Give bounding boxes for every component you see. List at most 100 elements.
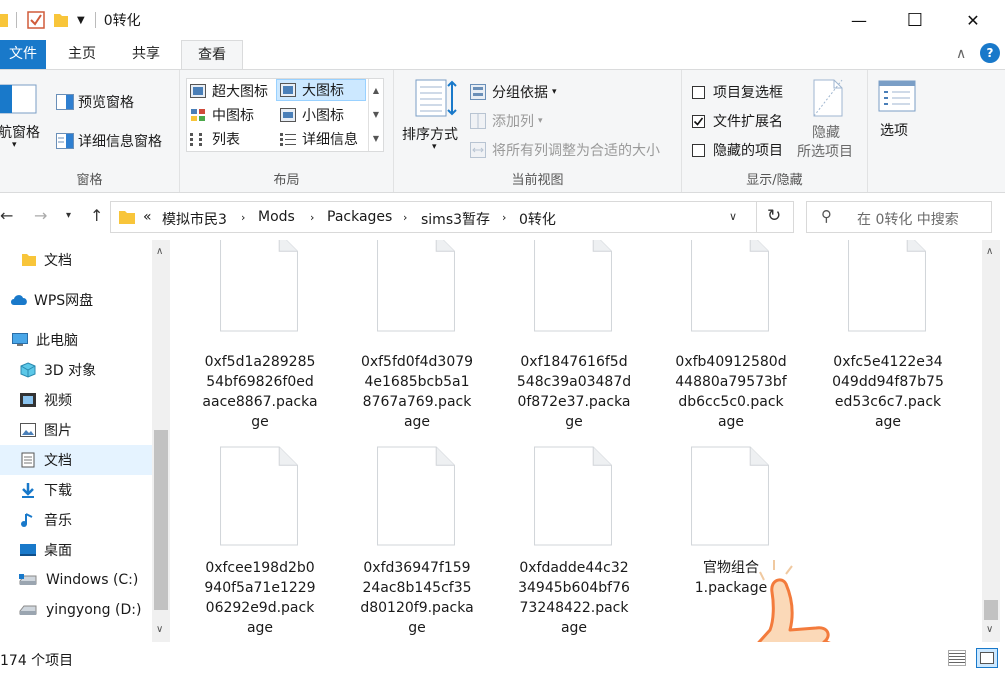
large-icons-view-icon[interactable] <box>976 648 998 668</box>
file-name-line: 24ac8b145cf35 <box>362 580 472 596</box>
search-box[interactable]: ⚲ 在 0转化 中搜索 <box>806 201 992 233</box>
refresh-icon[interactable]: ↻ <box>767 206 781 226</box>
nav-scroll-thumb[interactable] <box>154 430 168 610</box>
nav-item-pictures[interactable]: 图片 <box>0 415 152 445</box>
tab-view[interactable]: 查看 <box>181 40 243 70</box>
layout-small-icons[interactable]: 小图标 <box>280 105 344 125</box>
breadcrumb-item-current[interactable]: 0转化 <box>519 209 556 229</box>
file-item[interactable]: 0xfb40912580d 44880a79573bf db6cc5c0.pack a… <box>673 240 823 440</box>
file-item[interactable]: 0xfd36947f159 24ac8b145cf35 d80120f9.packa… <box>359 446 509 642</box>
download-icon <box>22 483 34 498</box>
nav-item-documents-quick[interactable]: 文档 <box>0 245 152 275</box>
help-icon[interactable]: ? <box>980 43 1000 63</box>
file-item[interactable]: 0xfdadde44c32 34945b604bf76 73248422.pack a… <box>516 446 666 642</box>
gallery-up-icon[interactable]: ▲ <box>369 79 383 103</box>
layout-medium-icons[interactable]: 中图标 <box>190 105 254 125</box>
breadcrumb-item[interactable]: Packages <box>327 209 392 225</box>
ribbon-collapse-icon[interactable]: ∧ <box>956 46 966 62</box>
item-count: 174 个项目 <box>0 653 74 669</box>
scroll-up-icon[interactable]: ∧ <box>986 246 993 257</box>
nav-item-this-pc[interactable]: 此电脑 <box>0 325 152 355</box>
window-title: 0转化 <box>103 13 141 29</box>
file-extensions-toggle[interactable]: 文件扩展名 <box>692 111 783 131</box>
layout-details[interactable]: 详细信息 <box>280 129 358 149</box>
new-folder-icon[interactable] <box>53 11 69 29</box>
details-icon <box>280 133 296 146</box>
search-input[interactable]: 在 0转化 中搜索 <box>857 209 959 229</box>
layout-list[interactable]: 列表 <box>190 129 240 149</box>
extra-large-icons-icon <box>190 84 206 98</box>
small-icons-icon <box>280 108 296 122</box>
sort-by-button[interactable]: 排序方式 ▾ <box>400 78 470 158</box>
scroll-down-icon[interactable]: ∨ <box>156 624 163 635</box>
details-pane-icon <box>56 133 74 149</box>
scroll-up-icon[interactable]: ∧ <box>156 246 163 257</box>
item-checkboxes-toggle[interactable]: 项目复选框 <box>692 82 783 102</box>
recent-locations-icon[interactable]: ▾ <box>66 210 71 221</box>
address-bar[interactable]: « 模拟市民3 › Mods › Packages › sims3暂存 › 0转… <box>110 201 794 233</box>
nav-item-desktop[interactable]: 桌面 <box>0 535 152 565</box>
file-item[interactable]: 0xf5fd0f4d3079 4e1685bcb5a1 8767a769.pack a… <box>359 240 509 440</box>
minimize-button[interactable]: — <box>836 0 882 40</box>
forward-icon[interactable]: → <box>34 206 47 225</box>
layout-gallery-scroll[interactable]: ▲ ▼ ▼ <box>368 79 383 151</box>
preview-pane-button[interactable]: 预览窗格 <box>56 92 134 112</box>
gallery-down-icon[interactable]: ▼ <box>369 103 383 127</box>
nav-pane-button[interactable]: 导航窗格 ▾ <box>0 80 50 160</box>
file-icon <box>534 446 612 546</box>
nav-item-downloads[interactable]: 下载 <box>0 475 152 505</box>
file-item[interactable]: 0xfcee198d2b0 940f5a71e1229 06292e9d.pack a… <box>202 446 352 642</box>
file-icon <box>691 240 769 332</box>
tab-home[interactable]: 主页 <box>54 40 110 70</box>
gallery-more-icon[interactable]: ▼ <box>369 127 383 151</box>
details-view-icon[interactable] <box>948 650 966 666</box>
hide-selected-icon <box>813 79 843 117</box>
hidden-items-toggle[interactable]: 隐藏的项目 <box>692 140 783 160</box>
details-pane-button[interactable]: 详细信息窗格 <box>56 131 162 151</box>
hidden-items-checkbox[interactable] <box>692 143 705 157</box>
nav-item-3d-objects[interactable]: 3D 对象 <box>0 355 152 385</box>
cube-icon <box>20 362 36 378</box>
nav-item-wps-cloud[interactable]: WPS网盘 <box>0 285 152 315</box>
breadcrumb-item[interactable]: sims3暂存 <box>421 209 490 229</box>
group-by-button[interactable]: 分组依据 ▾ <box>470 82 557 102</box>
file-scroll-thumb[interactable] <box>984 600 998 620</box>
nav-item-documents[interactable]: 文档 <box>0 445 152 475</box>
up-icon[interactable]: ↑ <box>90 206 103 225</box>
medium-icons-icon <box>191 109 205 121</box>
layout-extra-large-icons[interactable]: 超大图标 <box>190 81 268 101</box>
hide-selected-button[interactable]: 隐藏 所选项目 <box>794 78 862 162</box>
item-checkboxes-checkbox[interactable] <box>692 85 705 99</box>
nav-item-drive-d[interactable]: yingyong (D:) <box>0 595 152 625</box>
tab-file[interactable]: 文件 <box>0 40 46 70</box>
breadcrumb-item[interactable]: 模拟市民3 <box>162 209 227 229</box>
quick-access-dropdown-icon[interactable]: ▼ <box>77 15 85 26</box>
file-item[interactable]: 0xfc5e4122e34 049dd94f87b75 ed53c6c7.pack a… <box>830 240 980 440</box>
drive-icon <box>19 574 37 585</box>
file-item[interactable]: 0xf1847616f5d 548c39a03487d 0f872e37.packa… <box>516 240 666 440</box>
nav-pane-icon <box>0 84 37 114</box>
maximize-icon: ☐ <box>906 9 924 31</box>
layout-large-icons[interactable]: 大图标 <box>276 79 366 101</box>
file-item[interactable]: 0xf5d1a289285 54bf69826f0ed aace8867.packa… <box>202 240 352 440</box>
check-icon <box>693 117 704 126</box>
add-columns-button[interactable]: 添加列 ▾ <box>470 111 543 131</box>
scroll-down-icon[interactable]: ∨ <box>986 624 993 635</box>
file-extensions-checkbox[interactable] <box>692 114 705 128</box>
nav-item-music[interactable]: 音乐 <box>0 505 152 535</box>
options-button[interactable]: 选项 <box>876 80 920 140</box>
nav-pane-scrollbar[interactable]: ∧ ∨ <box>152 240 170 642</box>
size-columns-button[interactable]: 将所有列调整为合适的大小 <box>470 140 660 160</box>
properties-icon[interactable] <box>27 11 45 29</box>
maximize-button[interactable]: ☐ <box>892 0 938 40</box>
breadcrumb-item[interactable]: Mods <box>258 209 295 225</box>
nav-item-videos[interactable]: 视频 <box>0 385 152 415</box>
nav-item-drive-c[interactable]: Windows (C:) <box>0 565 152 595</box>
address-dropdown-icon[interactable]: ∨ <box>729 210 737 223</box>
back-icon[interactable]: ← <box>0 206 13 225</box>
panes-group: 导航窗格 ▾ 预览窗格 详细信息窗格 窗格 <box>0 70 180 192</box>
breadcrumb-overflow[interactable]: « <box>143 209 152 225</box>
file-list-scrollbar[interactable]: ∧ ∨ <box>982 240 1000 642</box>
tab-share[interactable]: 共享 <box>118 40 174 70</box>
close-button[interactable]: ✕ <box>950 0 996 40</box>
